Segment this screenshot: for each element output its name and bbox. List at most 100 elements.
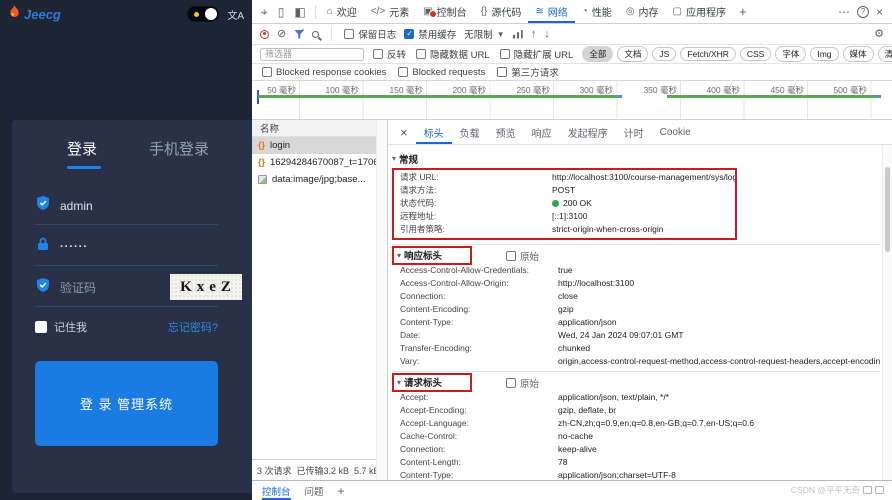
export-har-icon[interactable]: ↓ xyxy=(544,29,550,40)
device-emulation-icon[interactable]: ▯ xyxy=(273,1,290,23)
help-icon[interactable]: ? xyxy=(857,6,869,18)
devtools-tab[interactable]: {} 源代码 xyxy=(474,0,529,23)
blocked-option-checkbox[interactable]: Blocked requests xyxy=(398,67,485,78)
header-row: 远程地址: [::1]:3100 xyxy=(400,210,735,223)
raw-headers-checkbox[interactable]: 原始 xyxy=(506,376,539,390)
header-value: [::1]:3100 xyxy=(552,210,587,223)
theme-toggle[interactable] xyxy=(187,6,219,22)
header-row: Content-Type: application/json xyxy=(392,316,880,329)
request-list-scrollbar[interactable] xyxy=(376,120,388,480)
sun-icon xyxy=(194,12,199,17)
details-tab[interactable]: 标头 xyxy=(416,120,452,144)
filter-option-checkbox[interactable]: 反转 xyxy=(373,47,406,61)
devtools-tab[interactable]: ◔ 性能 xyxy=(575,0,619,23)
header-value: http://localhost:3100 xyxy=(558,277,634,290)
timeline-activity-bar xyxy=(258,95,618,98)
network-conditions-icon[interactable] xyxy=(513,30,523,39)
type-filter-chip[interactable]: 文档 xyxy=(617,46,648,62)
printer-icon xyxy=(863,486,872,494)
throttling-dropdown[interactable]: 无限制 ▼ xyxy=(464,27,504,41)
blocked-option-checkbox[interactable]: 第三方请求 xyxy=(497,65,559,79)
record-button[interactable] xyxy=(260,30,269,39)
search-icon[interactable] xyxy=(312,31,319,38)
login-tab[interactable]: 登录 xyxy=(67,138,101,169)
header-key: 状态代码: xyxy=(400,197,552,210)
add-tab-button[interactable]: + xyxy=(733,4,753,19)
request-row[interactable]: 16294284670087_t=17060872... xyxy=(252,154,376,171)
scrollbar-thumb[interactable] xyxy=(885,167,890,252)
request-type-icon xyxy=(258,157,265,168)
request-headers-section-header[interactable]: ▾ 请求标头 原始 xyxy=(392,371,880,391)
inspect-element-icon[interactable]: ⌖ xyxy=(256,1,273,23)
details-tab[interactable]: Cookie xyxy=(652,120,699,144)
login-topbar: Jeecg 文A xyxy=(0,0,252,28)
username-field[interactable]: admin xyxy=(35,187,218,225)
header-value: chunked xyxy=(558,342,590,355)
disable-cache-checkbox[interactable]: 禁用缓存 xyxy=(404,27,456,41)
header-row: Transfer-Encoding: chunked xyxy=(392,342,880,355)
type-filter-chip[interactable]: Fetch/XHR xyxy=(680,47,736,61)
drawer-tab[interactable]: 控制台 xyxy=(262,481,291,500)
type-filter-chip[interactable]: 字体 xyxy=(775,46,806,62)
login-submit-button[interactable]: 登 录 管理系统 xyxy=(35,361,218,446)
import-har-icon[interactable]: ↑ xyxy=(531,29,537,40)
login-tab[interactable]: 手机登录 xyxy=(149,138,209,169)
clear-icon[interactable]: ⊘ xyxy=(277,29,286,40)
filter-option-checkbox[interactable]: 隐藏数据 URL xyxy=(416,47,490,61)
remember-me-checkbox[interactable]: 记住我 xyxy=(35,319,87,335)
close-details-icon[interactable]: × xyxy=(394,125,414,140)
header-value: application/json, text/plain, */* xyxy=(558,391,669,404)
transferred-size: 已传输3.2 kB xyxy=(297,464,350,477)
response-headers-section-header[interactable]: ▾ 响应标头 原始 xyxy=(392,244,880,264)
general-section-header[interactable]: ▾ 常规 xyxy=(392,150,880,167)
captcha-field[interactable]: 验证码 KxeZ xyxy=(35,269,218,307)
drawer-tab[interactable]: 问题 xyxy=(305,481,324,500)
password-field[interactable]: ······ xyxy=(35,228,218,266)
devtools-tab[interactable]: ▢ 应用程序 xyxy=(666,0,733,23)
raw-headers-checkbox[interactable]: 原始 xyxy=(506,249,539,263)
close-devtools-icon[interactable]: × xyxy=(871,1,888,23)
language-switcher-icon[interactable]: 文A xyxy=(227,7,244,22)
captcha-image[interactable]: KxeZ xyxy=(170,274,242,300)
preserve-log-checkbox[interactable]: 保留日志 xyxy=(344,27,396,41)
checkbox-icon xyxy=(404,29,414,39)
flame-icon xyxy=(8,5,21,24)
type-filter-chip[interactable]: 全部 xyxy=(582,46,613,62)
forgot-password-link[interactable]: 忘记密码? xyxy=(168,319,218,335)
gear-icon[interactable]: ⚙ xyxy=(874,29,884,40)
details-tab[interactable]: 响应 xyxy=(524,120,560,144)
type-filter-chip[interactable]: Img xyxy=(810,47,838,61)
request-list-header[interactable]: 名称 xyxy=(252,120,376,137)
more-options-icon[interactable]: ⋯ xyxy=(833,1,855,23)
filter-icon[interactable] xyxy=(294,30,304,39)
devtools-tab[interactable]: ⌂ 欢迎 xyxy=(320,0,364,23)
devtools-tab[interactable]: ▣ 控制台 xyxy=(416,0,473,23)
details-tab[interactable]: 计时 xyxy=(616,120,652,144)
dock-side-icon[interactable]: ◧ xyxy=(289,1,310,23)
blocked-option-checkbox[interactable]: Blocked response cookies xyxy=(262,67,386,78)
header-value: true xyxy=(558,264,573,277)
details-tab[interactable]: 预览 xyxy=(488,120,524,144)
type-filter-chip[interactable]: JS xyxy=(652,47,676,61)
type-filter-chip[interactable]: 媒体 xyxy=(843,46,874,62)
devtools-tab[interactable]: ≋ 网络 xyxy=(528,0,574,23)
devtools-tab[interactable]: ◎ 内存 xyxy=(619,0,666,23)
drawer-add-tab-button[interactable]: + xyxy=(338,484,345,498)
timeline-overview[interactable]: 50 毫秒100 毫秒150 毫秒200 毫秒250 毫秒300 毫秒350 毫… xyxy=(252,81,892,120)
filter-input[interactable] xyxy=(260,48,364,61)
type-filter-chip[interactable]: 清单 xyxy=(878,46,892,62)
details-scrollbar[interactable] xyxy=(882,145,892,480)
request-row[interactable]: data:image/jpg;base... xyxy=(252,171,376,188)
type-filter-chip[interactable]: CSS xyxy=(740,47,771,61)
filter-option-checkbox[interactable]: 隐藏扩展 URL xyxy=(500,47,574,61)
console-drawer: 控制台问题 + CSDN @平平无奇 xyxy=(252,480,892,500)
header-value: 78 xyxy=(558,456,567,469)
details-tab[interactable]: 负载 xyxy=(452,120,488,144)
header-row: Date: Wed, 24 Jan 2024 09:07:01 GMT xyxy=(392,329,880,342)
header-row: Cache-Control: no-cache xyxy=(392,430,880,443)
devtools-tab[interactable]: </> 元素 xyxy=(364,0,416,23)
devtools-tabbar: ⌖ ▯ ◧ ⌂ 欢迎 </> 元素 ▣ xyxy=(252,0,892,24)
request-row[interactable]: login xyxy=(252,137,376,154)
details-tab[interactable]: 发起程序 xyxy=(560,120,616,144)
header-row: Accept-Encoding: gzip, deflate, br xyxy=(392,404,880,417)
